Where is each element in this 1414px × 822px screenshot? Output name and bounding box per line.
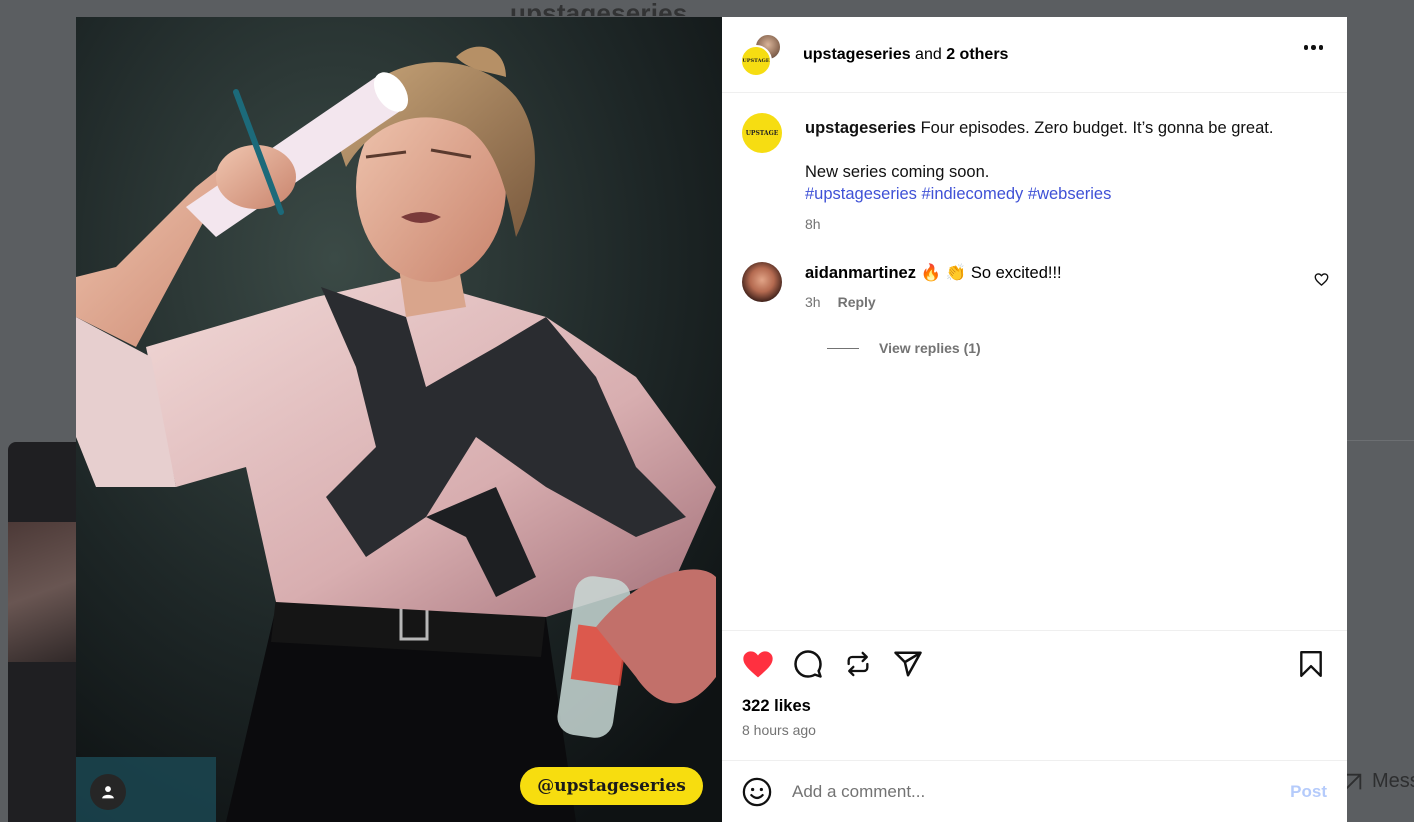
emoji-icon[interactable]: [742, 777, 772, 807]
share-icon[interactable]: [892, 648, 924, 680]
background-post-thumbnail[interactable]: [8, 442, 78, 822]
likes-count[interactable]: 322 likes: [742, 697, 1327, 716]
background-divider: [1347, 440, 1414, 441]
caption: UPSTAGE upstageseries Four episodes. Zer…: [742, 113, 1329, 235]
view-replies-line: [827, 347, 859, 349]
post-details-panel: UPSTAGE upstageseries and 2 others UPSTA…: [722, 17, 1347, 822]
comment-icon[interactable]: [792, 648, 824, 680]
comment-item: aidanmartinez 🔥 👏 So excited!!! 3h Reply: [742, 262, 1329, 313]
comments-section: UPSTAGE upstageseries Four episodes. Zer…: [722, 93, 1347, 630]
post-comment-button[interactable]: Post: [1290, 782, 1327, 802]
tagged-users-button[interactable]: [90, 774, 126, 810]
post-image[interactable]: @upstageseries: [76, 17, 722, 822]
add-comment-bar: Post: [722, 760, 1347, 822]
post-header: UPSTAGE upstageseries and 2 others: [722, 17, 1347, 93]
author-username[interactable]: upstageseries: [803, 46, 911, 63]
post-actions: 322 likes 8 hours ago: [722, 630, 1347, 760]
author-and-text: and: [910, 45, 947, 63]
caption-username[interactable]: upstageseries: [805, 119, 916, 137]
repost-icon[interactable]: [842, 648, 874, 680]
comment-text: So excited!!!: [970, 264, 1062, 282]
caption-text: Four episodes. Zero budget. It’s gonna b…: [915, 119, 1274, 137]
collab-avatars[interactable]: UPSTAGE: [740, 32, 784, 77]
like-heart-icon[interactable]: [742, 648, 774, 680]
comment-input[interactable]: [792, 781, 1291, 802]
caption-avatar[interactable]: UPSTAGE: [742, 113, 782, 153]
comment-like-heart-icon[interactable]: [1314, 272, 1329, 287]
caption-hashtags[interactable]: #upstageseries #indiecomedy #webseries: [805, 183, 1273, 205]
commenter-avatar[interactable]: [742, 262, 782, 302]
user-icon: [102, 786, 114, 799]
post-modal: @upstageseries UPSTAGE upstageseries and…: [76, 17, 1347, 822]
commenter-username[interactable]: aidanmartinez: [805, 264, 916, 282]
caption-line2: New series coming soon.: [805, 163, 990, 181]
collaborators-link[interactable]: 2 others: [946, 46, 1008, 63]
comment-time: 3h: [805, 294, 821, 310]
background-messages-button[interactable]: Mess: [1342, 770, 1414, 793]
post-author[interactable]: upstageseries and 2 others: [803, 46, 1008, 64]
messages-label: Mess: [1372, 770, 1414, 792]
photo-illustration: [76, 17, 722, 822]
post-timestamp: 8 hours ago: [742, 722, 816, 738]
view-replies-label: View replies (1): [879, 340, 981, 356]
comment-reply-button[interactable]: Reply: [838, 291, 876, 313]
handle-watermark: @upstageseries: [520, 767, 703, 805]
more-options-icon[interactable]: [1303, 45, 1323, 50]
bookmark-icon[interactable]: [1295, 648, 1327, 680]
caption-time: 8h: [805, 216, 821, 232]
upstage-logo-avatar: UPSTAGE: [740, 44, 772, 77]
comment-emojis: 🔥 👏: [920, 264, 967, 282]
view-replies-button[interactable]: View replies (1): [827, 340, 1329, 356]
